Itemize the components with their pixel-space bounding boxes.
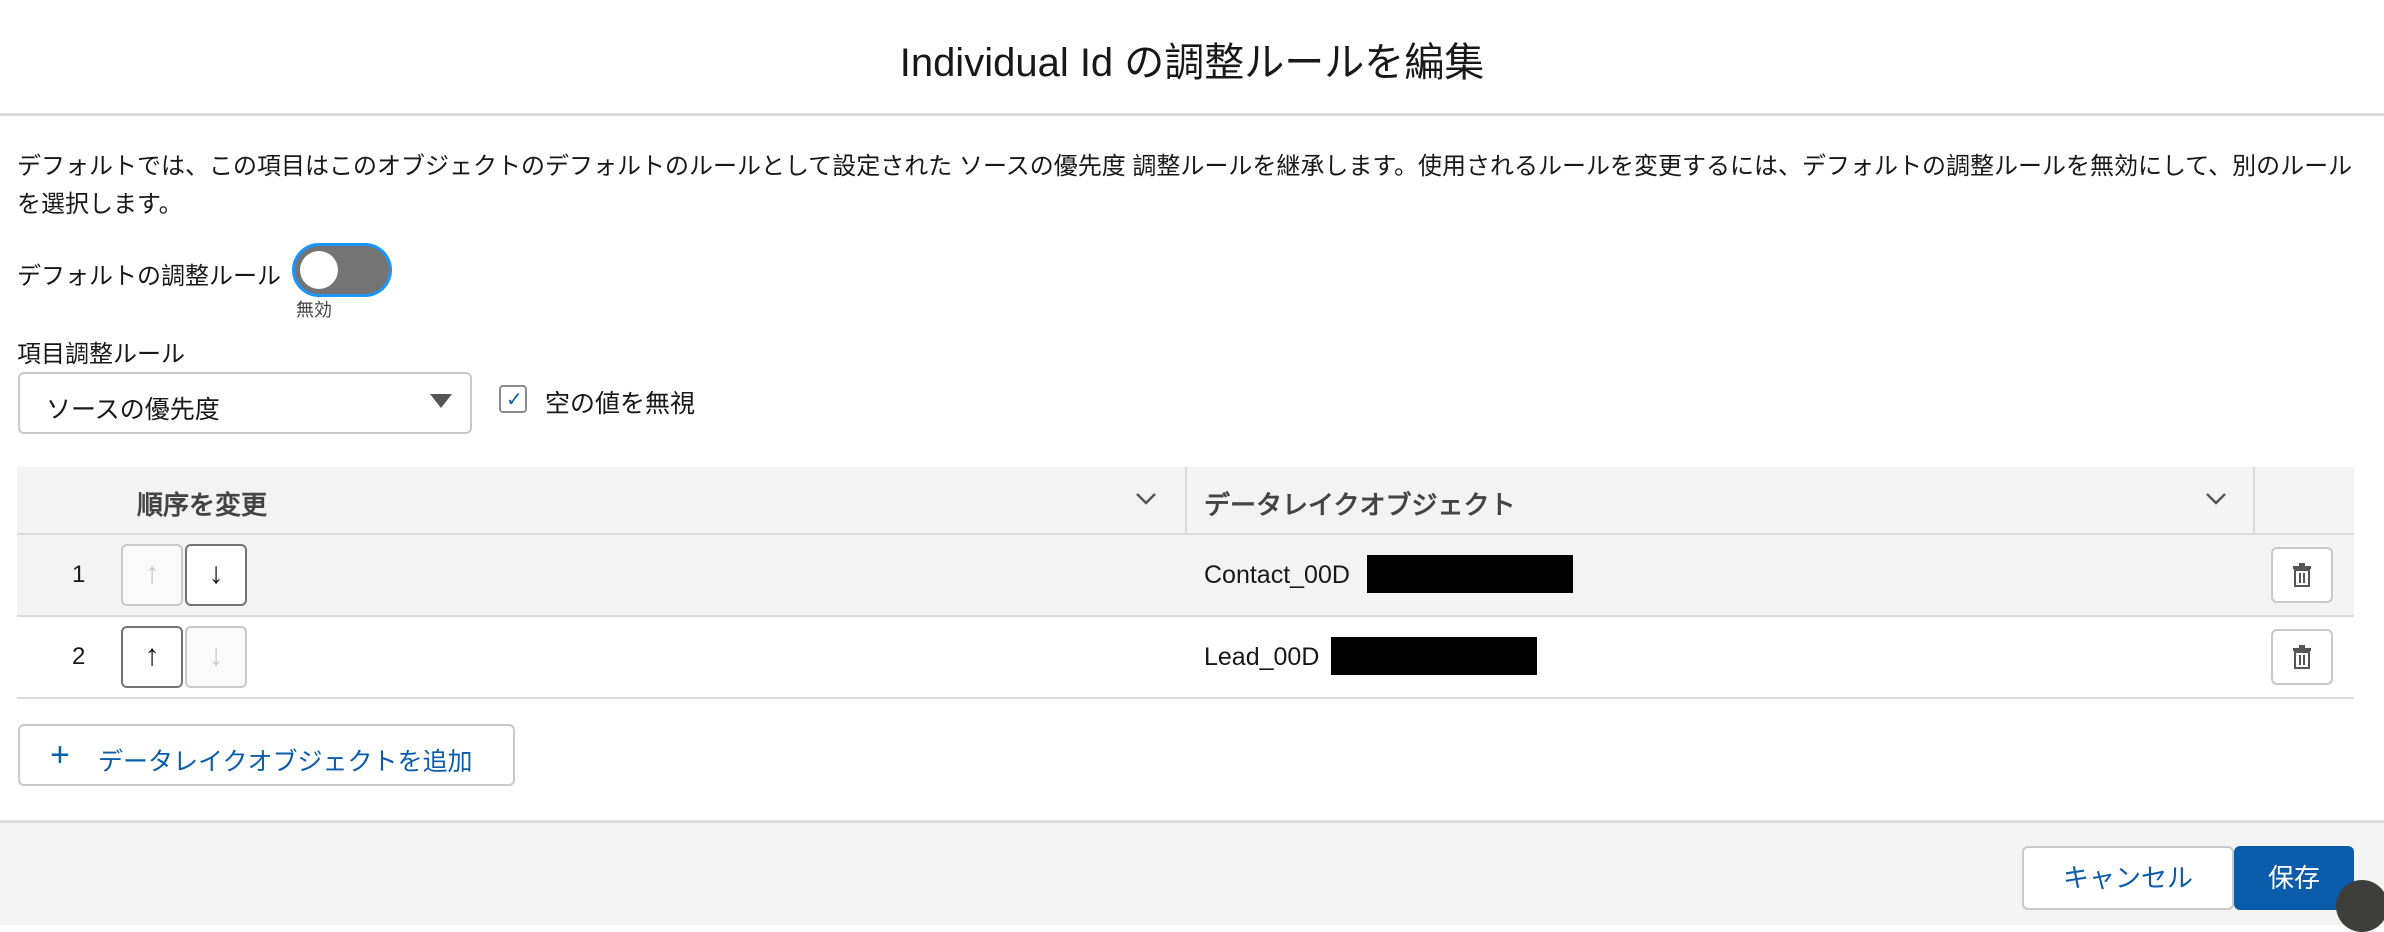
add-button-label: データレイクオブジェクトを追加 [98, 748, 473, 776]
field-rule-label: 項目調整ルール [17, 341, 185, 368]
arrow-up-icon: ↑ [144, 639, 160, 672]
column-divider [2253, 467, 2255, 533]
row-order-number: 1 [72, 561, 86, 588]
table-row: 2 ↑ ↓ Lead_00D [17, 617, 2354, 699]
ignore-empty-label: 空の値を無視 [545, 390, 696, 418]
move-up-button[interactable]: ↑ [121, 626, 183, 688]
source-priority-table: 順序を変更 データレイクオブジェクト 1 ↑ ↓ Contact_00D 2 ↑… [17, 467, 2354, 699]
modal-title: Individual Id の調整ルールを編集 [899, 41, 1485, 85]
move-down-button[interactable]: ↓ [185, 626, 247, 688]
trash-icon [2293, 563, 2311, 587]
field-rule-selected: ソースの優先度 [46, 396, 220, 424]
column-header-object: データレイクオブジェクト [1204, 490, 1516, 520]
field-rule-select[interactable]: ソースの優先度 [18, 372, 472, 434]
table-header: 順序を変更 データレイクオブジェクト [17, 467, 2354, 535]
toggle-knob [300, 251, 338, 289]
toggle-state-label: 無効 [296, 300, 332, 320]
delete-row-button[interactable] [2271, 629, 2333, 685]
cancel-button[interactable]: キャンセル [2022, 846, 2234, 910]
help-widget-icon[interactable] [2336, 880, 2384, 932]
redacted-text [1331, 637, 1537, 675]
ignore-empty-checkbox[interactable]: ✓ [499, 385, 527, 413]
move-up-button[interactable]: ↑ [121, 544, 183, 606]
object-name: Lead_00D [1204, 643, 1320, 671]
arrow-up-icon: ↑ [144, 557, 160, 590]
trash-icon [2293, 645, 2311, 669]
chevron-down-icon[interactable] [2203, 485, 2229, 517]
delete-row-button[interactable] [2271, 547, 2333, 603]
arrow-down-icon: ↓ [208, 639, 224, 672]
row-order-number: 2 [72, 643, 86, 670]
caret-down-icon [430, 394, 452, 408]
check-icon: ✓ [506, 389, 523, 411]
plus-icon: + [50, 736, 70, 774]
chevron-down-icon[interactable] [1133, 485, 1159, 517]
move-down-button[interactable]: ↓ [185, 544, 247, 606]
table-row: 1 ↑ ↓ Contact_00D [17, 535, 2354, 617]
column-header-order: 順序を変更 [137, 490, 268, 520]
add-data-lake-object-button[interactable]: + データレイクオブジェクトを追加 [18, 724, 515, 786]
rule-description: デフォルトでは、この項目はこのオブジェクトのデフォルトのルールとして設定された … [17, 153, 2353, 218]
column-divider [1185, 467, 1187, 533]
arrow-down-icon: ↓ [208, 557, 224, 590]
default-rule-toggle[interactable] [295, 246, 389, 294]
object-name: Contact_00D [1204, 561, 1350, 589]
redacted-text [1367, 555, 1573, 593]
default-rule-label: デフォルトの調整ルール [17, 263, 281, 290]
